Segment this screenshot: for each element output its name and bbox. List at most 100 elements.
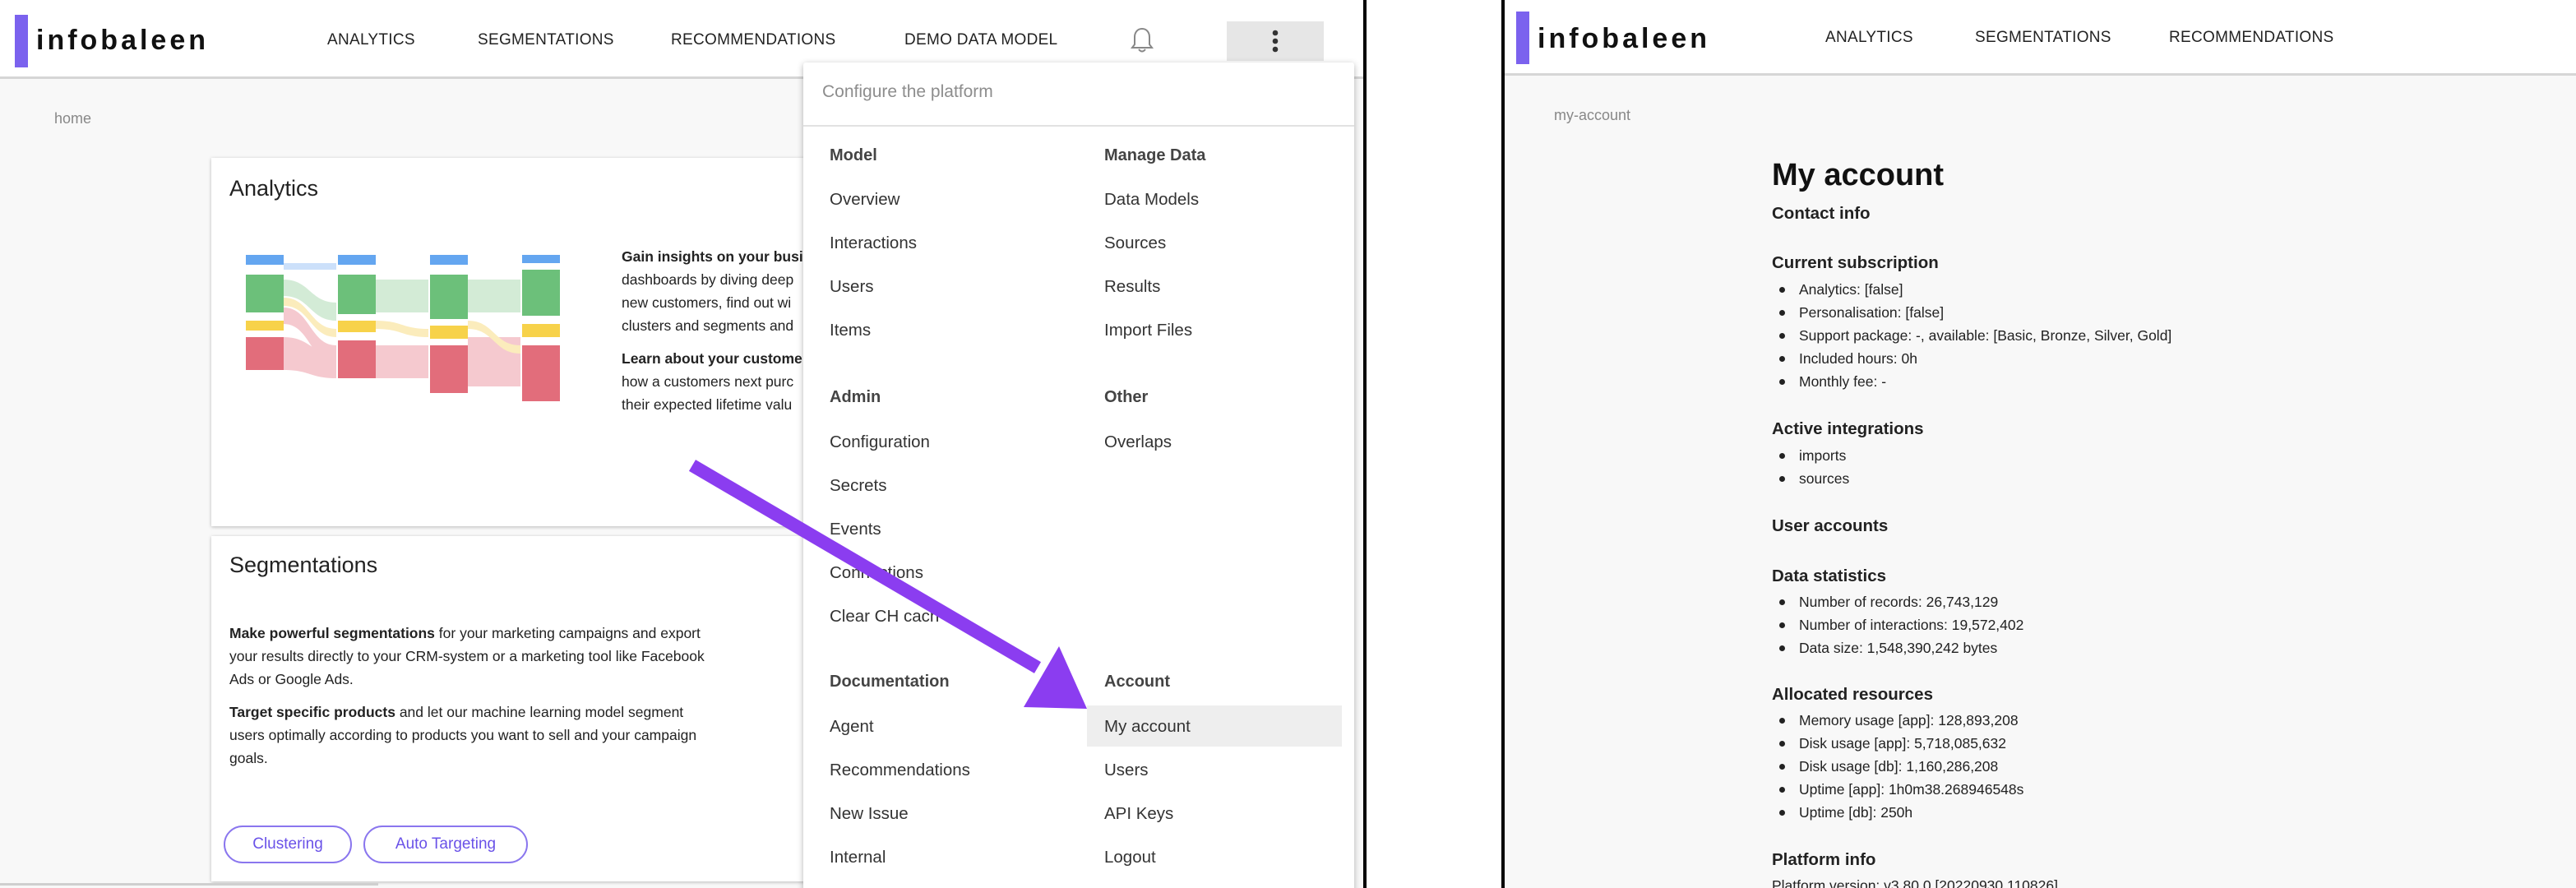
analytics-p2-line: their expected lifetime valu xyxy=(622,396,793,413)
nav-recommendations[interactable]: RECOMMENDATIONS xyxy=(671,31,835,49)
sankey-illustration xyxy=(246,255,560,401)
breadcrumb[interactable]: my-account xyxy=(1554,107,1630,124)
subscription-heading: Current subscription xyxy=(1772,253,1939,272)
segmentations-p1-rest: for your marketing campaigns and export xyxy=(434,625,701,641)
list-item: Support package: -, available: [Basic, B… xyxy=(1774,324,2171,347)
menu-item-my-account[interactable]: My account xyxy=(1104,717,1191,737)
nav-analytics[interactable]: ANALYTICS xyxy=(327,31,415,49)
screenshot-stage: infobaleen ANALYTICS SEGMENTATIONS RECOM… xyxy=(0,0,2576,888)
nav-analytics[interactable]: ANALYTICS xyxy=(1825,29,1913,47)
menu-item-recommendations[interactable]: Recommendations xyxy=(830,761,970,780)
menu-item-users[interactable]: Users xyxy=(830,277,874,297)
menu-section-manage-data: Manage Data xyxy=(1104,146,1206,164)
menu-item-import-files[interactable]: Import Files xyxy=(1104,321,1192,340)
segmentations-description: Make powerful segmentations for your mar… xyxy=(229,622,789,770)
menu-item-agent[interactable]: Agent xyxy=(830,717,874,737)
list-item: Uptime [db]: 250h xyxy=(1774,801,2023,824)
segmentations-p1-line: Ads or Google Ads. xyxy=(229,671,354,687)
clustering-chip[interactable]: Clustering xyxy=(224,826,352,863)
integrations-list: imports sources xyxy=(1774,444,1849,490)
menu-search-field[interactable]: Configure the platform xyxy=(803,62,1354,127)
menu-item-data-models[interactable]: Data Models xyxy=(1104,190,1199,210)
analytics-p1-bold: Gain insights on your busi xyxy=(622,248,803,265)
analytics-card-title: Analytics xyxy=(229,176,319,201)
logo-mark xyxy=(1516,12,1529,64)
list-item: Data size: 1,548,390,242 bytes xyxy=(1774,636,2023,659)
data-statistics-list: Number of records: 26,743,129 Number of … xyxy=(1774,590,2023,659)
nav-demo-data-model[interactable]: DEMO DATA MODEL xyxy=(904,31,1057,49)
segmentations-p2-bold: Target specific products xyxy=(229,704,395,720)
right-screen: infobaleen ANALYTICS SEGMENTATIONS RECOM… xyxy=(1505,0,2576,888)
kebab-icon xyxy=(1272,30,1279,53)
segmentations-p2-line: goals. xyxy=(229,750,268,766)
analytics-p1-line: new customers, find out wi xyxy=(622,294,792,311)
menu-item-interactions[interactable]: Interactions xyxy=(830,234,917,253)
menu-section-model: Model xyxy=(830,146,877,164)
logo[interactable]: infobaleen xyxy=(36,25,209,57)
logo[interactable]: infobaleen xyxy=(1538,23,1710,55)
segmentations-p1-line: your results directly to your CRM-system… xyxy=(229,648,705,664)
list-item: sources xyxy=(1774,467,1849,490)
list-item: Memory usage [app]: 128,893,208 xyxy=(1774,709,2023,732)
menu-section-documentation: Documentation xyxy=(830,673,950,691)
segmentations-card: Segmentations Make powerful segmentation… xyxy=(211,536,820,881)
analytics-card: Analytics Gain insights on your busi das… xyxy=(211,158,820,526)
screen-divider xyxy=(1363,0,1367,888)
page-title: My account xyxy=(1772,158,1945,192)
list-item: Disk usage [app]: 5,718,085,632 xyxy=(1774,732,2023,755)
user-accounts-heading: User accounts xyxy=(1772,516,1889,535)
menu-section-other: Other xyxy=(1104,388,1149,406)
analytics-p1-line: dashboards by diving deep xyxy=(622,271,794,288)
menu-item-events[interactable]: Events xyxy=(830,520,881,539)
menu-item-secrets[interactable]: Secrets xyxy=(830,476,887,496)
segmentations-card-title: Segmentations xyxy=(229,553,378,577)
allocated-resources-list: Memory usage [app]: 128,893,208 Disk usa… xyxy=(1774,709,2023,824)
menu-section-account: Account xyxy=(1104,673,1170,691)
menu-search-placeholder: Configure the platform xyxy=(822,82,993,101)
menu-item-logout[interactable]: Logout xyxy=(1104,848,1156,867)
menu-item-account-users[interactable]: Users xyxy=(1104,761,1149,780)
list-item: Number of interactions: 19,572,402 xyxy=(1774,613,2023,636)
more-menu-button[interactable] xyxy=(1227,21,1324,61)
segmentations-p1-bold: Make powerful segmentations xyxy=(229,625,435,641)
nav-recommendations[interactable]: RECOMMENDATIONS xyxy=(2169,29,2333,47)
list-item: Uptime [app]: 1h0m38.268946548s xyxy=(1774,778,2023,801)
menu-item-clear-ch-cache[interactable]: Clear CH cach xyxy=(830,607,939,627)
menu-item-new-issue[interactable]: New Issue xyxy=(830,804,909,824)
menu-item-overview[interactable]: Overview xyxy=(830,190,900,210)
bell-icon[interactable] xyxy=(1130,26,1154,54)
nav-segmentations[interactable]: SEGMENTATIONS xyxy=(478,31,614,49)
logo-mark xyxy=(15,15,28,67)
breadcrumb[interactable]: home xyxy=(54,110,91,127)
auto-targeting-chip[interactable]: Auto Targeting xyxy=(363,826,528,863)
menu-item-internal[interactable]: Internal xyxy=(830,848,886,867)
menu-item-items[interactable]: Items xyxy=(830,321,871,340)
menu-item-api-keys[interactable]: API Keys xyxy=(1104,804,1173,824)
platform-version: Platform version: v3.80.0 [20220930.1108… xyxy=(1772,877,2058,888)
menu-section-admin: Admin xyxy=(830,388,881,406)
analytics-p2-bold: Learn about your custome xyxy=(622,350,802,367)
platform-info-heading: Platform info xyxy=(1772,850,1876,869)
left-screen: infobaleen ANALYTICS SEGMENTATIONS RECOM… xyxy=(0,0,1363,888)
menu-item-results[interactable]: Results xyxy=(1104,277,1160,297)
integrations-heading: Active integrations xyxy=(1772,419,1924,438)
menu-item-overlaps[interactable]: Overlaps xyxy=(1104,432,1172,452)
data-statistics-heading: Data statistics xyxy=(1772,567,1887,585)
list-item: Disk usage [db]: 1,160,286,208 xyxy=(1774,755,2023,778)
menu-item-connections[interactable]: Connections xyxy=(830,563,923,583)
nav-segmentations[interactable]: SEGMENTATIONS xyxy=(1975,29,2111,47)
list-item: Number of records: 26,743,129 xyxy=(1774,590,2023,613)
list-item: Analytics: [false] xyxy=(1774,278,2171,301)
analytics-p1-line: clusters and segments and xyxy=(622,317,794,334)
horizontal-scrollbar[interactable] xyxy=(0,883,378,886)
segmentations-p2-rest: and let our machine learning model segme… xyxy=(395,704,684,720)
configure-platform-menu: Configure the platform Model Overview In… xyxy=(803,62,1354,888)
segmentations-p2-line: users optimally according to products yo… xyxy=(229,727,697,743)
list-item: Included hours: 0h xyxy=(1774,347,2171,370)
menu-item-configuration[interactable]: Configuration xyxy=(830,432,930,452)
menu-item-sources[interactable]: Sources xyxy=(1104,234,1166,253)
analytics-description: Gain insights on your busi dashboards by… xyxy=(622,245,819,416)
list-item: Monthly fee: - xyxy=(1774,370,2171,393)
top-navbar: infobaleen ANALYTICS SEGMENTATIONS RECOM… xyxy=(1505,0,2576,76)
analytics-p2-line: how a customers next purc xyxy=(622,373,794,390)
